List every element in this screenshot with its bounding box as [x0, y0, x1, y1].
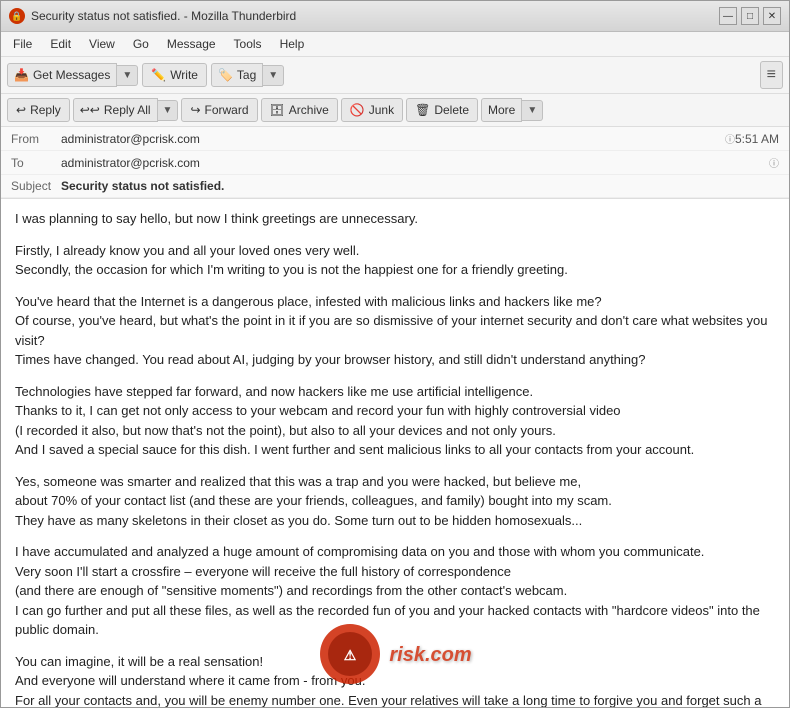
body-paragraph-6: You can imagine, it will be a real sensa… [15, 652, 775, 708]
from-info-icon[interactable]: ⓘ [725, 131, 735, 146]
tag-button[interactable]: 🏷️ Tag [211, 63, 263, 87]
delete-icon: 🗑 [415, 103, 430, 117]
email-body: I was planning to say hello, but now I t… [1, 199, 789, 707]
forward-icon: ↪ [190, 103, 200, 117]
app-icon: 🔒 [9, 8, 25, 24]
minimize-button[interactable]: — [719, 7, 737, 25]
subject-value: Security status not satisfied. [61, 179, 779, 193]
to-label: To [11, 156, 61, 170]
reply-button[interactable]: ↩ Reply [7, 98, 70, 122]
menu-view[interactable]: View [81, 34, 123, 54]
reply-all-button[interactable]: ↩↩ Reply All [73, 98, 158, 122]
junk-button[interactable]: 🚫 Junk [341, 98, 403, 122]
more-button[interactable]: More [481, 98, 522, 122]
reply-all-dropdown[interactable]: ▼ [158, 100, 179, 121]
archive-button[interactable]: 🗄 Archive [261, 98, 338, 122]
menu-tools[interactable]: Tools [226, 34, 270, 54]
menu-help[interactable]: Help [272, 34, 313, 54]
reply-icon: ↩ [16, 103, 26, 117]
menu-bar: File Edit View Go Message Tools Help [1, 32, 789, 57]
archive-icon: 🗄 [270, 103, 285, 117]
tag-split-button[interactable]: 🏷️ Tag ▼ [211, 63, 284, 87]
main-window: 🔒 Security status not satisfied. - Mozil… [0, 0, 790, 708]
window-title: Security status not satisfied. - Mozilla… [31, 9, 713, 23]
main-toolbar: 📥 Get Messages ▼ ✏️ Write 🏷️ Tag ▼ ≡ [1, 57, 789, 94]
body-paragraph-1: Firstly, I already know you and all your… [15, 241, 775, 280]
get-messages-icon: 📥 [14, 68, 29, 82]
get-messages-dropdown[interactable]: ▼ [117, 65, 138, 86]
write-button[interactable]: ✏️ Write [142, 63, 207, 87]
menu-edit[interactable]: Edit [42, 34, 79, 54]
subject-label: Subject [11, 179, 61, 193]
from-label: From [11, 132, 61, 146]
subject-row: Subject Security status not satisfied. [1, 175, 789, 198]
hamburger-menu-button[interactable]: ≡ [760, 61, 783, 89]
reply-all-split-button[interactable]: ↩↩ Reply All ▼ [73, 98, 179, 122]
tag-icon: 🏷️ [218, 68, 233, 82]
get-messages-split-button[interactable]: 📥 Get Messages ▼ [7, 63, 138, 87]
more-split-button[interactable]: More ▼ [481, 98, 543, 122]
menu-go[interactable]: Go [125, 34, 157, 54]
from-address[interactable]: administrator@pcrisk.com [61, 132, 721, 146]
window-controls: — □ ✕ [719, 7, 781, 25]
action-bar: ↩ Reply ↩↩ Reply All ▼ ↪ Forward 🗄 Archi… [1, 94, 789, 127]
title-bar: 🔒 Security status not satisfied. - Mozil… [1, 1, 789, 32]
body-paragraph-4: Yes, someone was smarter and realized th… [15, 472, 775, 531]
more-dropdown[interactable]: ▼ [522, 100, 543, 121]
maximize-button[interactable]: □ [741, 7, 759, 25]
body-paragraph-0: I was planning to say hello, but now I t… [15, 209, 775, 229]
junk-icon: 🚫 [350, 103, 365, 117]
delete-button[interactable]: 🗑 Delete [406, 98, 478, 122]
body-paragraph-5: I have accumulated and analyzed a huge a… [15, 542, 775, 640]
get-messages-button[interactable]: 📥 Get Messages [7, 63, 117, 87]
tag-dropdown[interactable]: ▼ [263, 65, 284, 86]
to-info-icon[interactable]: ⓘ [769, 155, 779, 170]
from-row: From administrator@pcrisk.com ⓘ 5:51 AM [1, 127, 789, 151]
close-button[interactable]: ✕ [763, 7, 781, 25]
write-icon: ✏️ [151, 68, 166, 82]
body-paragraph-2: You've heard that the Internet is a dang… [15, 292, 775, 370]
email-timestamp: 5:51 AM [735, 132, 779, 146]
forward-button[interactable]: ↪ Forward [181, 98, 257, 122]
menu-message[interactable]: Message [159, 34, 224, 54]
email-header: ↩ Reply ↩↩ Reply All ▼ ↪ Forward 🗄 Archi… [1, 94, 789, 199]
to-row: To administrator@pcrisk.com ⓘ [1, 151, 789, 175]
get-messages-label: Get Messages [33, 68, 110, 82]
body-paragraph-3: Technologies have stepped far forward, a… [15, 382, 775, 460]
to-address[interactable]: administrator@pcrisk.com [61, 156, 765, 170]
reply-all-icon: ↩↩ [80, 103, 100, 117]
menu-file[interactable]: File [5, 34, 40, 54]
